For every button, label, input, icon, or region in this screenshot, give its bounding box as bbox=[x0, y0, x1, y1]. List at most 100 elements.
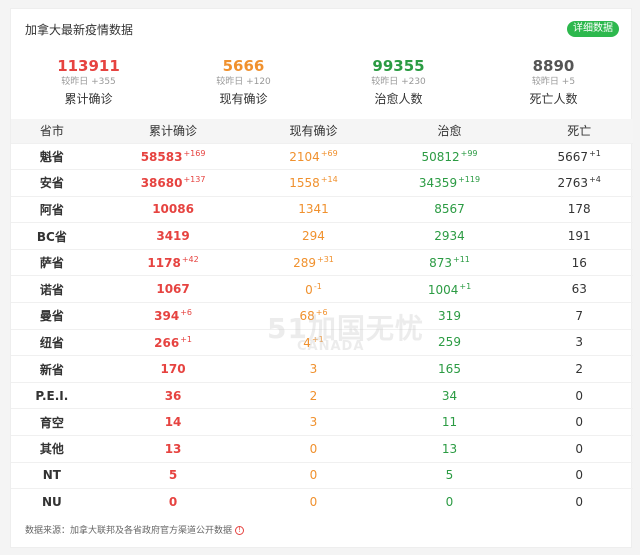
cell-current: 0-1 bbox=[253, 275, 374, 303]
cell-cured: 5 bbox=[373, 461, 526, 489]
cell-current-value: 0 bbox=[305, 282, 313, 297]
cell-confirmed: 170 bbox=[92, 355, 254, 383]
cell-region: NU bbox=[11, 488, 93, 516]
cell-current-increment: +14 bbox=[320, 175, 338, 185]
cell-region-value: 其他 bbox=[39, 442, 64, 457]
cell-deaths: 63 bbox=[525, 275, 633, 303]
cell-confirmed-value: 0 bbox=[168, 495, 178, 510]
cell-current-increment: +1 bbox=[311, 334, 324, 344]
cell-cured: 319 bbox=[373, 302, 526, 330]
covid-data-card: 加拿大最新疫情数据 详细数据 113911 较昨日 +355 累计确诊 5666… bbox=[10, 8, 633, 548]
cell-region: 纽省 bbox=[11, 328, 93, 356]
cell-confirmed-value: 58583 bbox=[140, 149, 183, 164]
cell-confirmed-value: 38680 bbox=[140, 176, 183, 191]
data-source-footer: 数据来源：加拿大联邦及各省政府官方渠道公开数据! bbox=[25, 523, 245, 536]
cell-confirmed: 266+1 bbox=[92, 328, 254, 356]
cell-deaths-value: 191 bbox=[567, 229, 591, 244]
cell-current: 1341 bbox=[253, 195, 374, 223]
table-row: 安省 38680+137 1558+14 34359+119 2763+4 bbox=[11, 169, 633, 197]
cell-cured: 165 bbox=[373, 355, 526, 383]
cell-confirmed-value: 5 bbox=[168, 468, 178, 483]
cell-cured: 259 bbox=[373, 328, 526, 356]
cell-cured-increment: +11 bbox=[453, 255, 470, 265]
cell-confirmed: 14 bbox=[92, 408, 254, 436]
stat-number: 99355 bbox=[372, 57, 425, 75]
cell-deaths-increment: +1 bbox=[589, 148, 601, 158]
table-row: 诺省 1067 0-1 1004+1 63 bbox=[11, 275, 633, 303]
cell-region: 魁省 bbox=[11, 142, 93, 170]
cell-current-increment: +31 bbox=[317, 255, 334, 265]
cell-deaths-value: 0 bbox=[575, 468, 584, 483]
cell-region: 其他 bbox=[11, 435, 93, 463]
cell-confirmed: 1178+42 bbox=[92, 248, 254, 276]
info-icon[interactable]: ! bbox=[235, 526, 245, 535]
cell-cured: 2934 bbox=[373, 222, 526, 250]
cell-current: 0 bbox=[253, 461, 374, 489]
table-row: 曼省 394+6 68+6 319 7 bbox=[11, 302, 633, 330]
cell-cured-value: 8567 bbox=[434, 202, 465, 217]
cell-cured-value: 0 bbox=[445, 495, 454, 510]
cell-current-value: 2 bbox=[309, 388, 318, 403]
cell-cured-increment: +119 bbox=[458, 175, 481, 185]
cell-confirmed-increment: +42 bbox=[181, 255, 199, 265]
cell-current-value: 294 bbox=[302, 229, 325, 244]
card-header: 加拿大最新疫情数据 详细数据 bbox=[11, 9, 631, 47]
cell-cured: 11 bbox=[373, 408, 526, 436]
cell-confirmed-value: 10086 bbox=[152, 202, 194, 217]
cell-region: P.E.I. bbox=[11, 381, 93, 409]
cell-region: 新省 bbox=[11, 355, 93, 383]
cell-confirmed-value: 3419 bbox=[156, 229, 190, 244]
cell-current-increment: -1 bbox=[313, 281, 322, 291]
cell-deaths: 7 bbox=[525, 302, 633, 330]
cell-cured-increment: +99 bbox=[460, 148, 478, 158]
cell-cured-value: 5 bbox=[445, 468, 454, 483]
cell-current: 68+6 bbox=[253, 302, 374, 330]
source-text: 数据来源：加拿大联邦及各省政府官方渠道公开数据 bbox=[25, 526, 233, 536]
cell-confirmed-value: 266 bbox=[154, 335, 180, 350]
cell-confirmed-value: 170 bbox=[160, 362, 186, 377]
table-row: BC省 3419 294 2934 191 bbox=[11, 222, 633, 250]
cell-deaths-value: 7 bbox=[575, 308, 584, 323]
cell-confirmed: 394+6 bbox=[92, 302, 254, 330]
cell-confirmed-increment: +1 bbox=[180, 334, 192, 344]
stat-delta: 较昨日 +230 bbox=[371, 77, 426, 87]
stat-number: 8890 bbox=[532, 57, 575, 75]
cell-region: 诺省 bbox=[11, 275, 93, 303]
cell-region-value: NT bbox=[42, 468, 61, 483]
cell-current-value: 1341 bbox=[298, 202, 329, 217]
cell-confirmed-increment: +169 bbox=[183, 148, 206, 158]
cell-confirmed: 58583+169 bbox=[92, 142, 254, 170]
table-row: 育空 14 3 11 0 bbox=[11, 408, 633, 436]
cell-cured-increment: +1 bbox=[459, 281, 472, 291]
cell-deaths-value: 0 bbox=[575, 441, 584, 456]
cell-cured-value: 34359 bbox=[418, 176, 458, 191]
summary-stats: 113911 较昨日 +355 累计确诊 5666 较昨日 +120 现有确诊 … bbox=[11, 47, 631, 117]
cell-deaths-value: 178 bbox=[567, 202, 591, 217]
cell-current: 289+31 bbox=[253, 248, 374, 276]
cell-confirmed: 0 bbox=[92, 488, 254, 516]
cell-current: 0 bbox=[253, 488, 374, 516]
cell-current: 2 bbox=[253, 381, 374, 409]
table-row: P.E.I. 36 2 34 0 bbox=[11, 381, 633, 409]
cell-cured-value: 165 bbox=[438, 362, 461, 377]
cell-cured: 34 bbox=[373, 381, 526, 409]
detail-data-button[interactable]: 详细数据 bbox=[567, 21, 619, 37]
cell-deaths-value: 3 bbox=[575, 335, 584, 350]
col-header-region: 省市 bbox=[11, 119, 93, 143]
stat-deaths: 8890 较昨日 +5 死亡人数 bbox=[476, 47, 631, 117]
table-row: 新省 170 3 165 2 bbox=[11, 355, 633, 383]
col-header-cured: 治愈 bbox=[373, 119, 526, 143]
cell-region-value: 安省 bbox=[39, 176, 64, 191]
cell-deaths: 0 bbox=[525, 435, 633, 463]
cell-current-value: 3 bbox=[309, 415, 318, 430]
stat-delta: 较昨日 +120 bbox=[216, 77, 271, 87]
cell-deaths: 2763+4 bbox=[525, 169, 633, 197]
cell-confirmed-increment: +6 bbox=[180, 308, 192, 318]
cell-region-value: 阿省 bbox=[39, 202, 64, 217]
cell-region: 安省 bbox=[11, 169, 93, 197]
cell-cured-value: 319 bbox=[438, 308, 461, 323]
stat-label: 累计确诊 bbox=[64, 92, 113, 106]
cell-deaths: 5667+1 bbox=[525, 142, 633, 170]
cell-deaths-value: 0 bbox=[575, 495, 584, 510]
cell-deaths-value: 5667 bbox=[557, 149, 589, 164]
